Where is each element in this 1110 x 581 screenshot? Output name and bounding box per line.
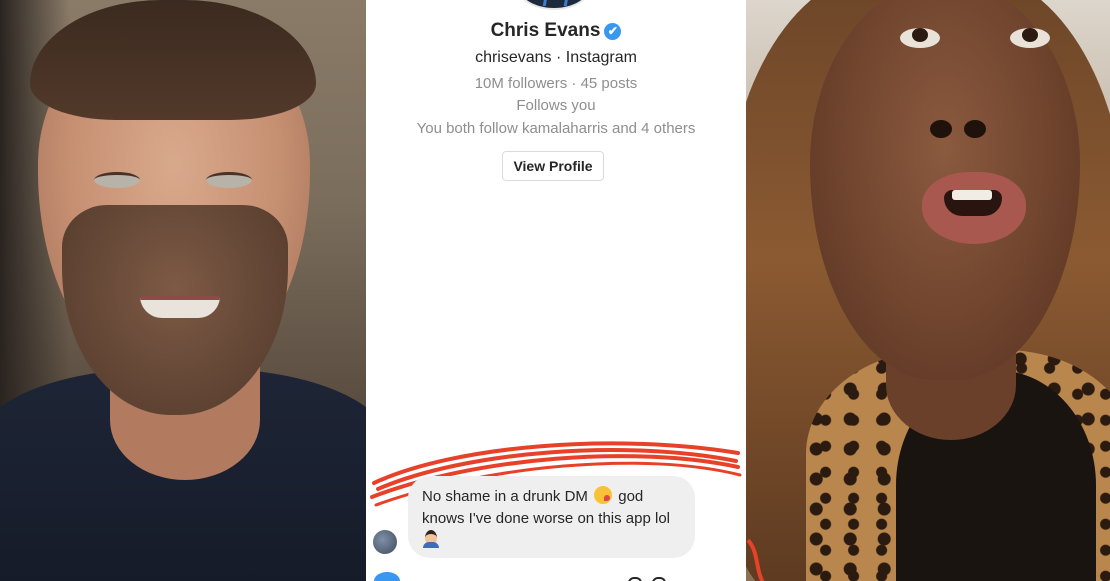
open-mouth — [922, 172, 1026, 244]
message-bubble: No shame in a drunk DM god knows I've do… — [408, 476, 695, 558]
hair — [30, 0, 316, 120]
winking-face-emoji-icon — [594, 486, 613, 504]
mutual-followers: You both follow kamalaharris and 4 other… — [416, 120, 696, 137]
right-eye — [1010, 28, 1050, 48]
profile-stats: 10M followers · 45 posts — [474, 75, 638, 92]
profile-handle: chrisevans · Instagram — [475, 49, 637, 66]
microphone-icon[interactable] — [628, 577, 642, 581]
instagram-dm-screenshot: Chris Evans ✔ chrisevans · Instagram 10M … — [366, 0, 746, 581]
gallery-icon[interactable] — [652, 577, 666, 581]
nose — [930, 112, 1026, 146]
follows-you-label: Follows you — [516, 97, 596, 114]
right-video-panel — [746, 0, 1110, 581]
profile-name: Chris Evans — [490, 20, 601, 41]
right-eye — [206, 172, 252, 188]
face — [810, 0, 1080, 380]
sender-avatar[interactable] — [373, 530, 397, 554]
view-profile-button[interactable]: View Profile — [502, 151, 604, 181]
composer-actions — [628, 574, 698, 581]
profile-name-row: Chris Evans ✔ — [366, 20, 746, 42]
verified-badge-icon: ✔ — [604, 23, 622, 40]
message-text-part1: No shame in a drunk DM — [422, 488, 593, 505]
left-eye — [94, 172, 140, 188]
left-video-panel — [0, 0, 366, 581]
man-technologist-emoji-icon — [422, 530, 440, 548]
red-scribble-edge — [746, 538, 765, 581]
smile — [140, 296, 220, 318]
profile-avatar[interactable] — [516, 0, 592, 10]
left-eye — [900, 28, 940, 48]
